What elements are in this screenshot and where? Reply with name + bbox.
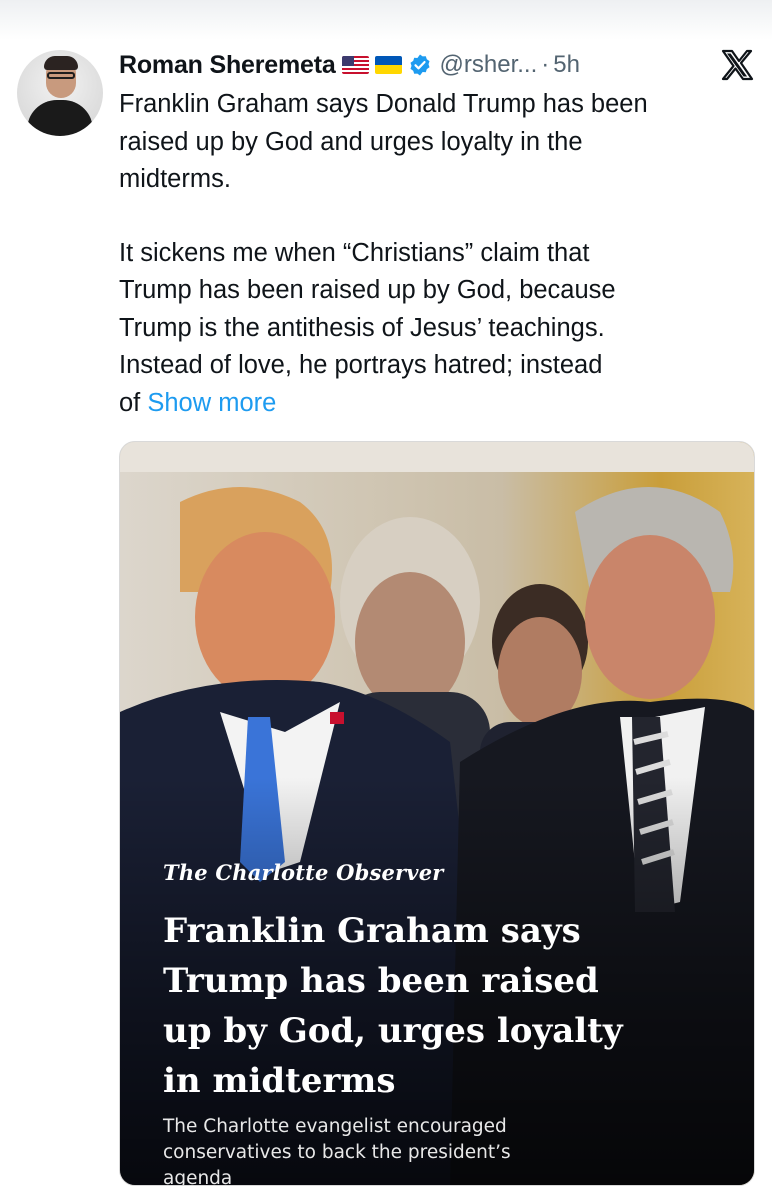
separator-dot: · [541, 51, 550, 78]
tweet-text: Franklin Graham says Donald Trump has be… [119, 86, 749, 422]
avatar[interactable] [17, 50, 103, 136]
card-subhead: The Charlotte evangelist encouraged cons… [163, 1116, 511, 1186]
verified-badge-icon [408, 53, 432, 77]
us-flag-icon [341, 56, 369, 74]
card-headline: Franklin Graham says Trump has been rais… [163, 911, 623, 1101]
author-name[interactable]: Roman Sheremeta [119, 51, 336, 80]
show-more-link[interactable]: Show more [147, 389, 276, 417]
card-masthead: The Charlotte Observer [163, 860, 444, 885]
ukraine-flag-icon [374, 56, 402, 74]
x-logo-icon[interactable] [720, 48, 754, 82]
tweet-paragraph-1: Franklin Graham says Donald Trump has be… [119, 90, 648, 193]
timestamp[interactable]: 5h [553, 51, 580, 79]
author-handle[interactable]: @rsher... [440, 51, 538, 79]
tweet-paragraph-2: It sickens me when “Christians” claim th… [119, 235, 749, 423]
tweet[interactable]: Roman Sheremeta @rsher... · 5h Franklin … [0, 0, 772, 1200]
tweet-header: Roman Sheremeta @rsher... · 5h [119, 48, 580, 82]
link-card[interactable]: The Charlotte Observer Franklin Graham s… [119, 441, 755, 1186]
